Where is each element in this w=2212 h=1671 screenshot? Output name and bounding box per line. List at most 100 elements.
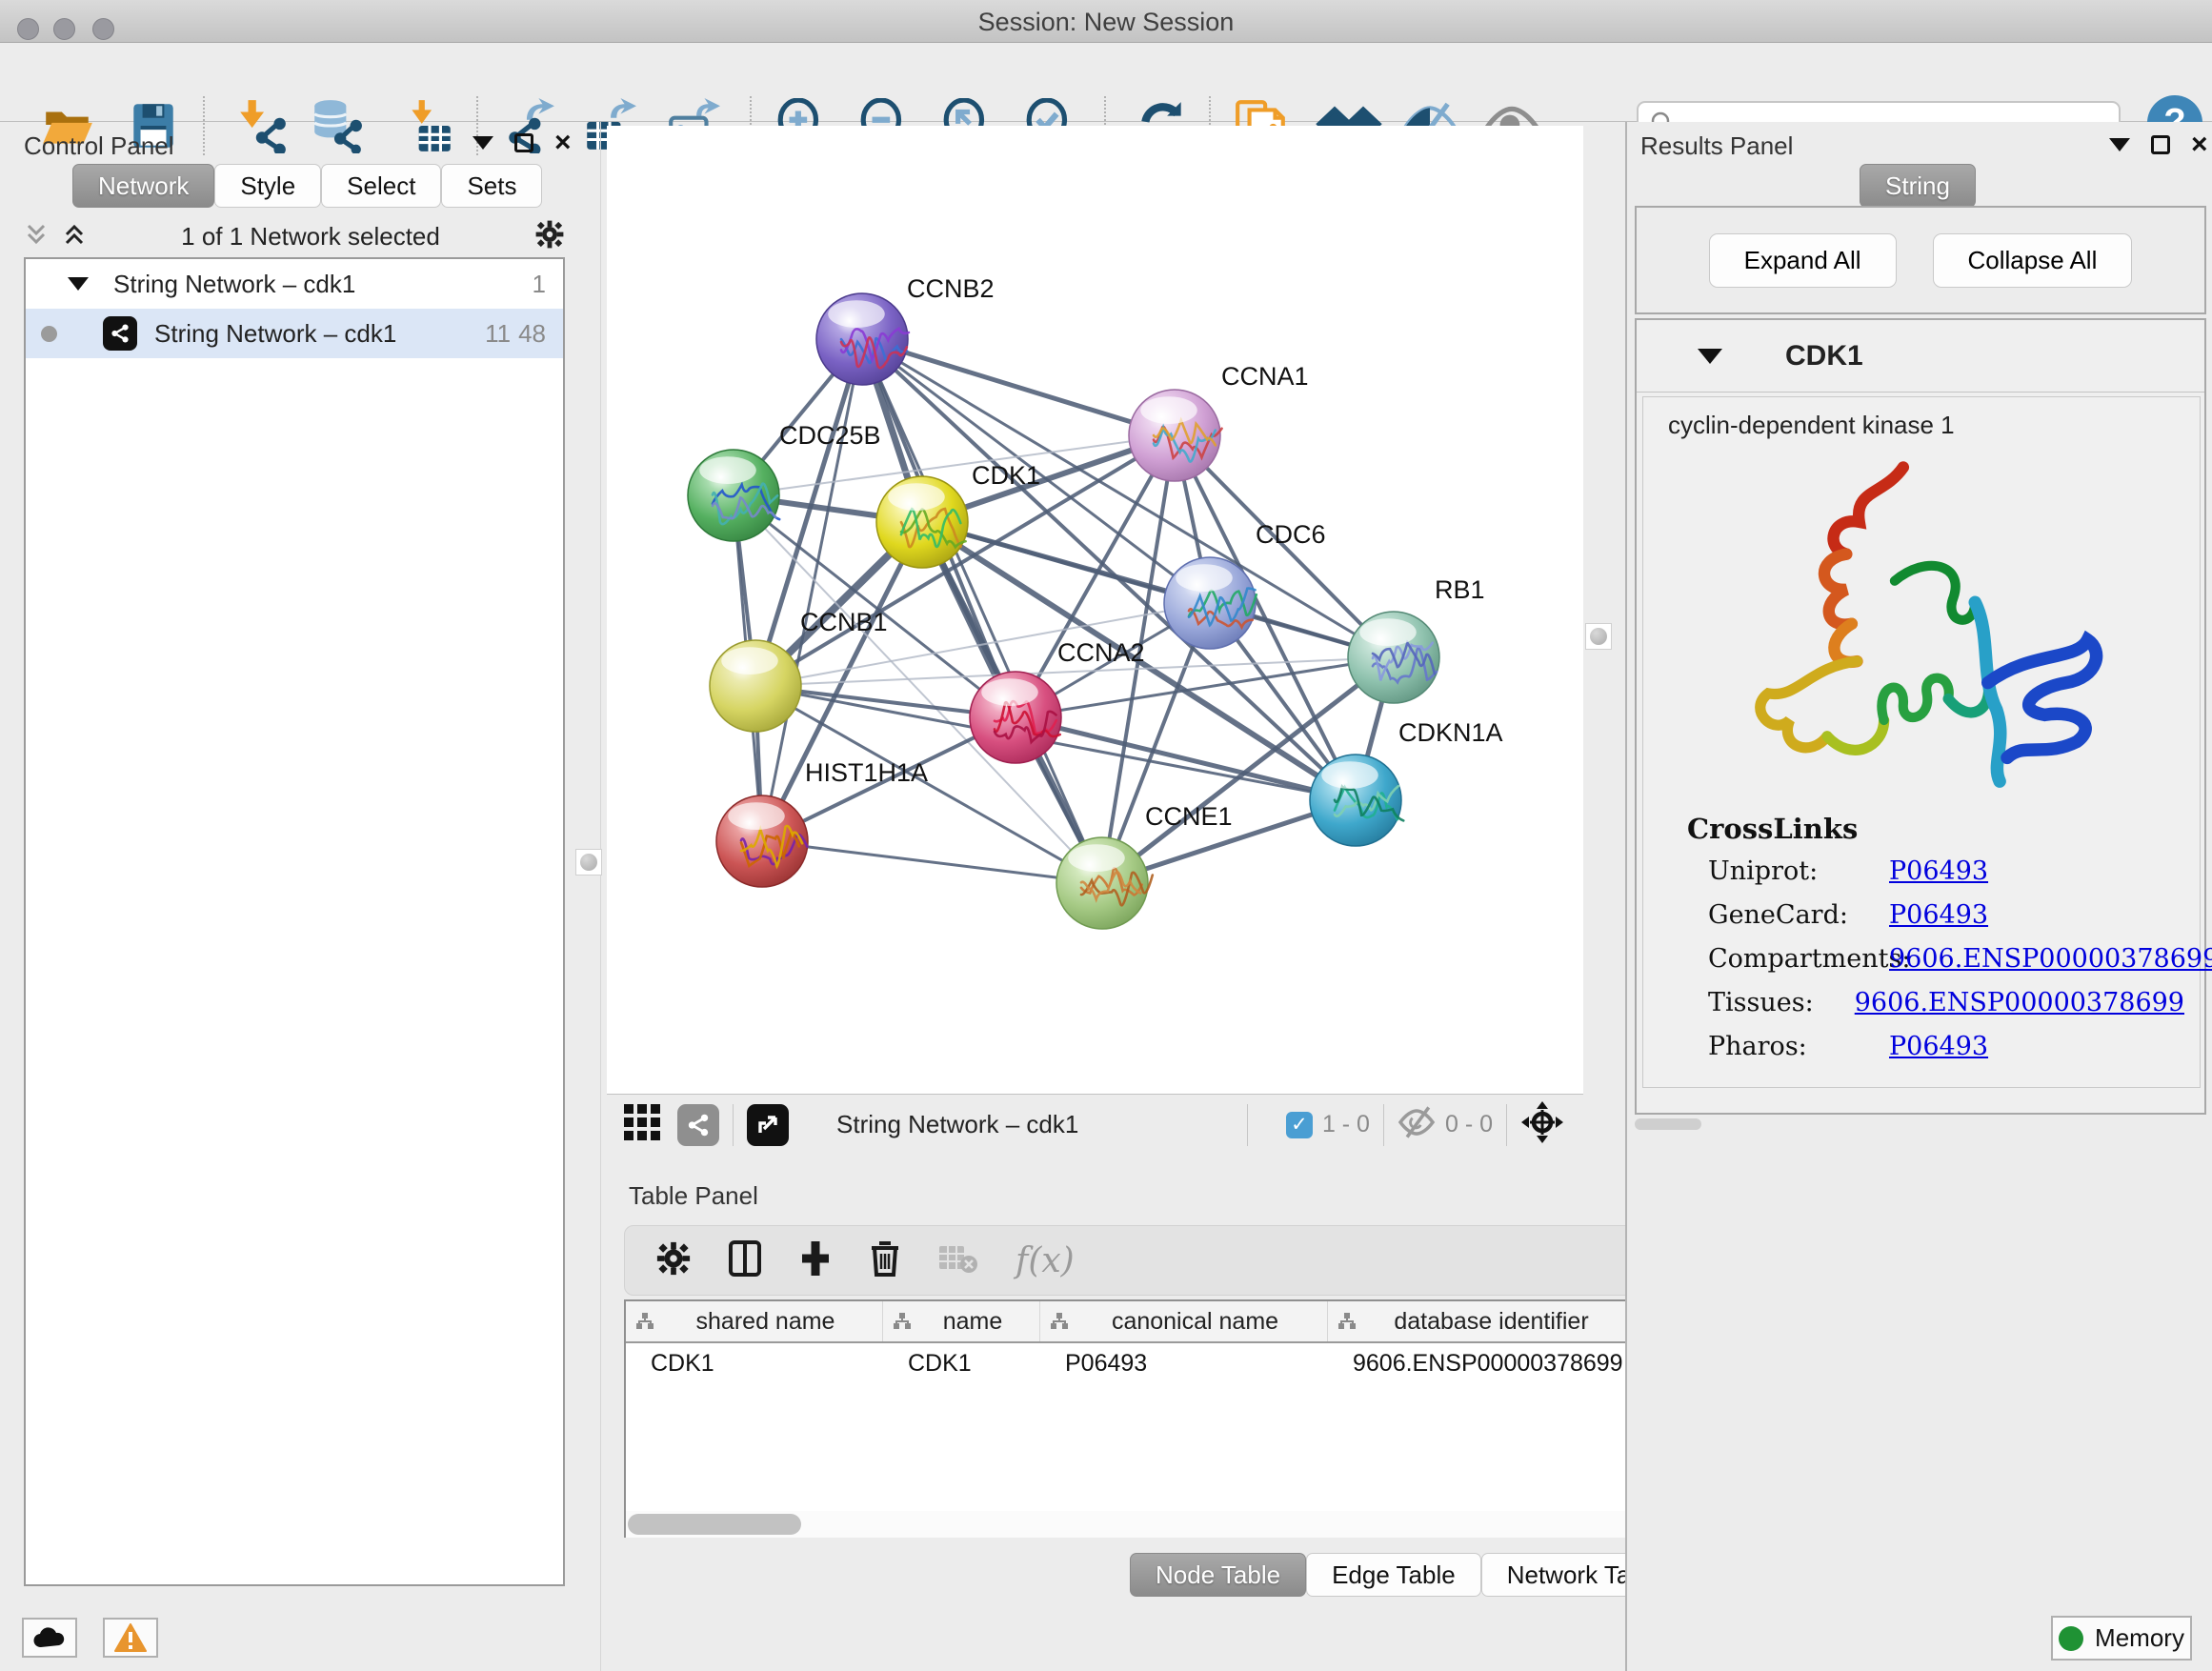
control-panel-splitter-handle[interactable] (575, 849, 602, 876)
gene-section-header[interactable]: CDK1 (1637, 320, 2204, 393)
node-CDC25B[interactable] (688, 450, 779, 541)
main-toolbar: ? (0, 44, 2212, 122)
crosslink-link[interactable]: 9606.ENSP00000378699 (1889, 944, 2212, 974)
crosslink-link[interactable]: 9606.ENSP00000378699 (1855, 988, 2184, 1017)
birds-eye-view-icon[interactable] (622, 1102, 662, 1147)
float-panel-icon[interactable] (473, 136, 493, 150)
table-cell: CDK1 (626, 1343, 883, 1383)
crosslink-row: GeneCard:P06493 (1708, 900, 2184, 930)
edge-CCNE1-HIST1H1A[interactable] (762, 841, 1102, 883)
node-CCNE1[interactable] (1056, 837, 1153, 929)
collection-label: String Network – cdk1 (113, 270, 355, 299)
tab-string[interactable]: String (1860, 164, 1976, 208)
results-bottom-scrollbar[interactable] (1635, 1118, 1701, 1130)
control-panel-splitter[interactable] (600, 122, 601, 1671)
hidden-count: 0 - 0 (1445, 1111, 1493, 1138)
import-network-database-icon[interactable] (309, 98, 364, 153)
scrollbar-thumb[interactable] (628, 1514, 801, 1535)
show-columns-icon[interactable] (728, 1239, 762, 1282)
divider (1383, 1104, 1384, 1146)
column-header-name[interactable]: name (883, 1301, 1040, 1341)
node-RB1[interactable] (1348, 612, 1439, 703)
network-node-count: 11 (485, 319, 511, 349)
close-panel-icon[interactable]: × (554, 133, 572, 152)
tab-node-table[interactable]: Node Table (1130, 1553, 1306, 1597)
crosslink-label: Tissues: (1708, 988, 1855, 1017)
crosslink-row: Pharos:P06493 (1708, 1032, 2184, 1061)
table-cell: P06493 (1040, 1343, 1328, 1383)
tab-style[interactable]: Style (214, 164, 321, 208)
network-collection-row[interactable]: String Network – cdk1 1 (26, 259, 563, 309)
maximize-panel-icon[interactable] (514, 133, 533, 152)
delete-table-icon (937, 1242, 979, 1279)
string-badge-icon[interactable] (677, 1104, 719, 1146)
section-collapse-icon[interactable] (1698, 349, 1722, 364)
cloud-icon (32, 1626, 67, 1649)
expand-all-button[interactable]: Expand All (1709, 233, 1897, 288)
column-header-shared-name[interactable]: shared name (626, 1301, 883, 1341)
collection-expand-icon[interactable] (68, 277, 89, 291)
network-options-gear-icon[interactable] (534, 219, 565, 254)
node-label-CCNA2: CCNA2 (1057, 638, 1145, 667)
gene-description: cyclin-dependent kinase 1 (1668, 411, 2200, 440)
tab-select[interactable]: Select (321, 164, 441, 208)
window-title: Session: New Session (0, 8, 2212, 37)
create-column-icon[interactable] (798, 1239, 833, 1282)
node-CCNB2[interactable] (816, 293, 909, 385)
gene-section-content: cyclin-dependent kinase 1 CrossLinks Uni… (1642, 396, 2201, 1088)
divider (1247, 1104, 1248, 1146)
results-scroll-area[interactable]: CDK1 cyclin-dependent kinase 1 Cross (1635, 318, 2206, 1115)
fit-content-crosshair-icon[interactable] (1520, 1100, 1564, 1149)
column-header-database-identifier[interactable]: database identifier (1328, 1301, 1633, 1341)
crosslink-link[interactable]: P06493 (1889, 1032, 1988, 1061)
selected-checkbox-icon[interactable]: ✓ (1286, 1112, 1313, 1138)
delete-column-trash-icon[interactable] (869, 1239, 901, 1282)
edge-CCNB2-CCNA1[interactable] (862, 339, 1175, 435)
warnings-button[interactable] (103, 1618, 158, 1658)
network-row[interactable]: String Network – cdk1 11 48 (26, 309, 563, 358)
maximize-panel-icon[interactable] (2151, 135, 2170, 154)
gene-name: CDK1 (1785, 340, 1863, 372)
table-cell: 9606.ENSP00000378699 (1328, 1343, 1633, 1383)
float-panel-icon[interactable] (2109, 138, 2130, 151)
hidden-eye-icon[interactable] (1398, 1106, 1436, 1143)
network-canvas[interactable]: CCNB2CCNA1CDC25BCDK1CDC6RB1CCNB1CCNA2CDK… (607, 126, 1583, 1094)
results-panel-window-buttons: × (2109, 135, 2208, 154)
edge-CCNB2-CDKN1A[interactable] (862, 339, 1356, 800)
node-label-CCNB1: CCNB1 (800, 608, 888, 636)
import-table-file-icon[interactable] (401, 98, 456, 153)
expand-all-icon[interactable] (62, 222, 87, 252)
import-network-file-icon[interactable] (234, 98, 290, 153)
tab-edge-table[interactable]: Edge Table (1306, 1553, 1481, 1597)
node-CCNA1[interactable] (1129, 390, 1222, 481)
memory-button[interactable]: Memory (2051, 1616, 2192, 1661)
results-splitter-handle[interactable] (1585, 623, 1612, 650)
tab-network[interactable]: Network (72, 164, 214, 208)
selected-count: 1 - 0 (1322, 1111, 1370, 1138)
close-panel-icon[interactable]: × (2191, 135, 2208, 154)
control-panel-tabs: NetworkStyleSelectSets (72, 164, 542, 208)
table-options-gear-icon[interactable] (655, 1240, 692, 1281)
crosslink-link[interactable]: P06493 (1889, 856, 1988, 886)
collapse-all-button[interactable]: Collapse All (1933, 233, 2133, 288)
node-CDKN1A[interactable] (1310, 755, 1403, 846)
function-builder-icon: f(x) (1016, 1241, 1075, 1280)
open-in-new-window-icon[interactable] (747, 1104, 789, 1146)
results-panel: Results Panel × String Expand All Collap… (1625, 122, 2212, 1671)
collapse-all-icon[interactable] (24, 222, 49, 252)
node-CCNB1[interactable] (710, 640, 801, 732)
node-HIST1H1A[interactable] (716, 795, 808, 887)
crosslink-row: Compartments:9606.ENSP00000378699 (1708, 944, 2184, 974)
node-CDC6[interactable] (1164, 557, 1257, 649)
tab-sets[interactable]: Sets (441, 164, 542, 208)
crosslink-link[interactable]: P06493 (1889, 900, 1988, 930)
node-CDK1[interactable] (876, 476, 968, 568)
collection-count: 1 (533, 270, 546, 299)
network-view-toolbar: String Network – cdk1 ✓ 1 - 0 0 - 0 (607, 1094, 1583, 1155)
node-label-CCNE1: CCNE1 (1145, 802, 1233, 831)
column-header-canonical-name[interactable]: canonical name (1040, 1301, 1328, 1341)
node-CCNA2[interactable] (970, 672, 1061, 763)
cloud-status-button[interactable] (22, 1618, 77, 1658)
crosslink-row: Tissues:9606.ENSP00000378699 (1708, 988, 2184, 1017)
node-label-CDC6: CDC6 (1256, 520, 1326, 549)
